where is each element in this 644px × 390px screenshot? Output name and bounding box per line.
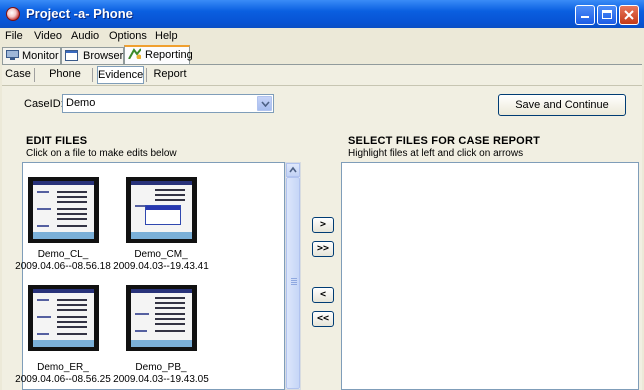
case-id-value: Demo	[66, 97, 96, 109]
select-files-subtitle: Highlight files at left and click on arr…	[348, 148, 524, 159]
title-bar[interactable]: Project -a- Phone	[0, 0, 644, 28]
save-and-continue-button[interactable]: Save and Continue	[498, 94, 626, 116]
case-id-select[interactable]: Demo	[62, 94, 274, 113]
tab-reporting[interactable]: Reporting	[124, 45, 193, 64]
file-name-pb: Demo_PB_	[135, 362, 187, 373]
window-title: Project -a- Phone	[26, 6, 133, 21]
menu-options[interactable]: Options	[109, 30, 147, 42]
tab-reporting-label: Reporting	[145, 49, 193, 61]
phone-screenshot-image	[33, 181, 94, 239]
scroll-up-icon	[289, 166, 297, 173]
chevron-down-icon	[261, 101, 270, 107]
edit-files-title: EDIT FILES	[26, 135, 88, 147]
file-date-cm: 2009.04.03--19.43.41	[113, 261, 209, 272]
sub-tab-separator	[34, 68, 35, 82]
file-name-cl: Demo_CL_	[37, 249, 89, 260]
remove-selected-button[interactable]: <	[312, 287, 334, 303]
reporting-panel: Case Phone Evidence Report CaseID: Demo …	[2, 64, 642, 390]
file-name-er: Demo_ER_	[37, 362, 89, 373]
file-date-cl: 2009.04.06--08.56.18	[15, 261, 111, 272]
tab-evidence[interactable]: Evidence	[97, 66, 144, 84]
main-tab-bar: Monitor Browser Reporting	[0, 45, 644, 64]
phone-screenshot-image	[131, 181, 192, 239]
file-thumbnail-pb[interactable]	[126, 285, 197, 351]
tab-case[interactable]: Case	[4, 66, 32, 84]
maximize-button[interactable]	[597, 5, 617, 25]
scroll-thumb[interactable]	[286, 177, 300, 389]
edit-files-list[interactable]: Demo_CL_ 2009.04.06--08.56.18 Demo_CM_ 2…	[15, 162, 285, 390]
scroll-up-button[interactable]	[286, 163, 300, 177]
menu-bar: File Video Audio Options Help	[0, 28, 644, 45]
phone-screenshot-image	[131, 289, 192, 347]
browser-icon	[65, 50, 78, 61]
phone-screenshot-image	[33, 289, 94, 347]
close-button[interactable]	[619, 5, 639, 25]
file-name-cm: Demo_CM_	[134, 249, 188, 260]
file-thumbnail-er[interactable]	[28, 285, 99, 351]
add-selected-button[interactable]: >	[312, 217, 334, 233]
file-date-er: 2009.04.06--08.56.25	[15, 374, 111, 385]
tab-browser[interactable]: Browser	[61, 47, 124, 64]
edit-files-scrollbar[interactable]	[285, 162, 301, 390]
app-icon	[6, 7, 20, 21]
add-all-button[interactable]: >>	[312, 241, 334, 257]
sub-tab-separator	[92, 68, 93, 82]
tab-monitor-label: Monitor	[22, 50, 59, 62]
tab-monitor[interactable]: Monitor	[2, 47, 61, 64]
minimize-button[interactable]	[575, 5, 595, 25]
edit-files-subtitle: Click on a file to make edits below	[26, 148, 177, 159]
menu-audio[interactable]: Audio	[71, 30, 99, 42]
menu-help[interactable]: Help	[155, 30, 178, 42]
sub-tab-separator	[146, 68, 147, 82]
reporting-icon	[128, 48, 141, 59]
file-date-pb: 2009.04.03--19.43.05	[113, 374, 209, 385]
menu-file[interactable]: File	[5, 30, 23, 42]
case-report-files-list[interactable]	[341, 162, 639, 390]
divider	[2, 85, 642, 86]
tab-browser-label: Browser	[83, 50, 124, 62]
menu-video[interactable]: Video	[34, 30, 62, 42]
file-thumbnail-cm[interactable]	[126, 177, 197, 243]
monitor-icon	[6, 50, 19, 60]
tab-report[interactable]: Report	[151, 66, 189, 84]
remove-all-button[interactable]: <<	[312, 311, 334, 327]
close-icon	[624, 10, 634, 20]
case-id-label: CaseID:	[24, 98, 64, 110]
tab-phone[interactable]: Phone	[43, 66, 87, 84]
select-files-title: SELECT FILES FOR CASE REPORT	[348, 135, 541, 147]
case-id-dropdown-button[interactable]	[257, 96, 272, 111]
file-thumbnail-cl[interactable]	[28, 177, 99, 243]
